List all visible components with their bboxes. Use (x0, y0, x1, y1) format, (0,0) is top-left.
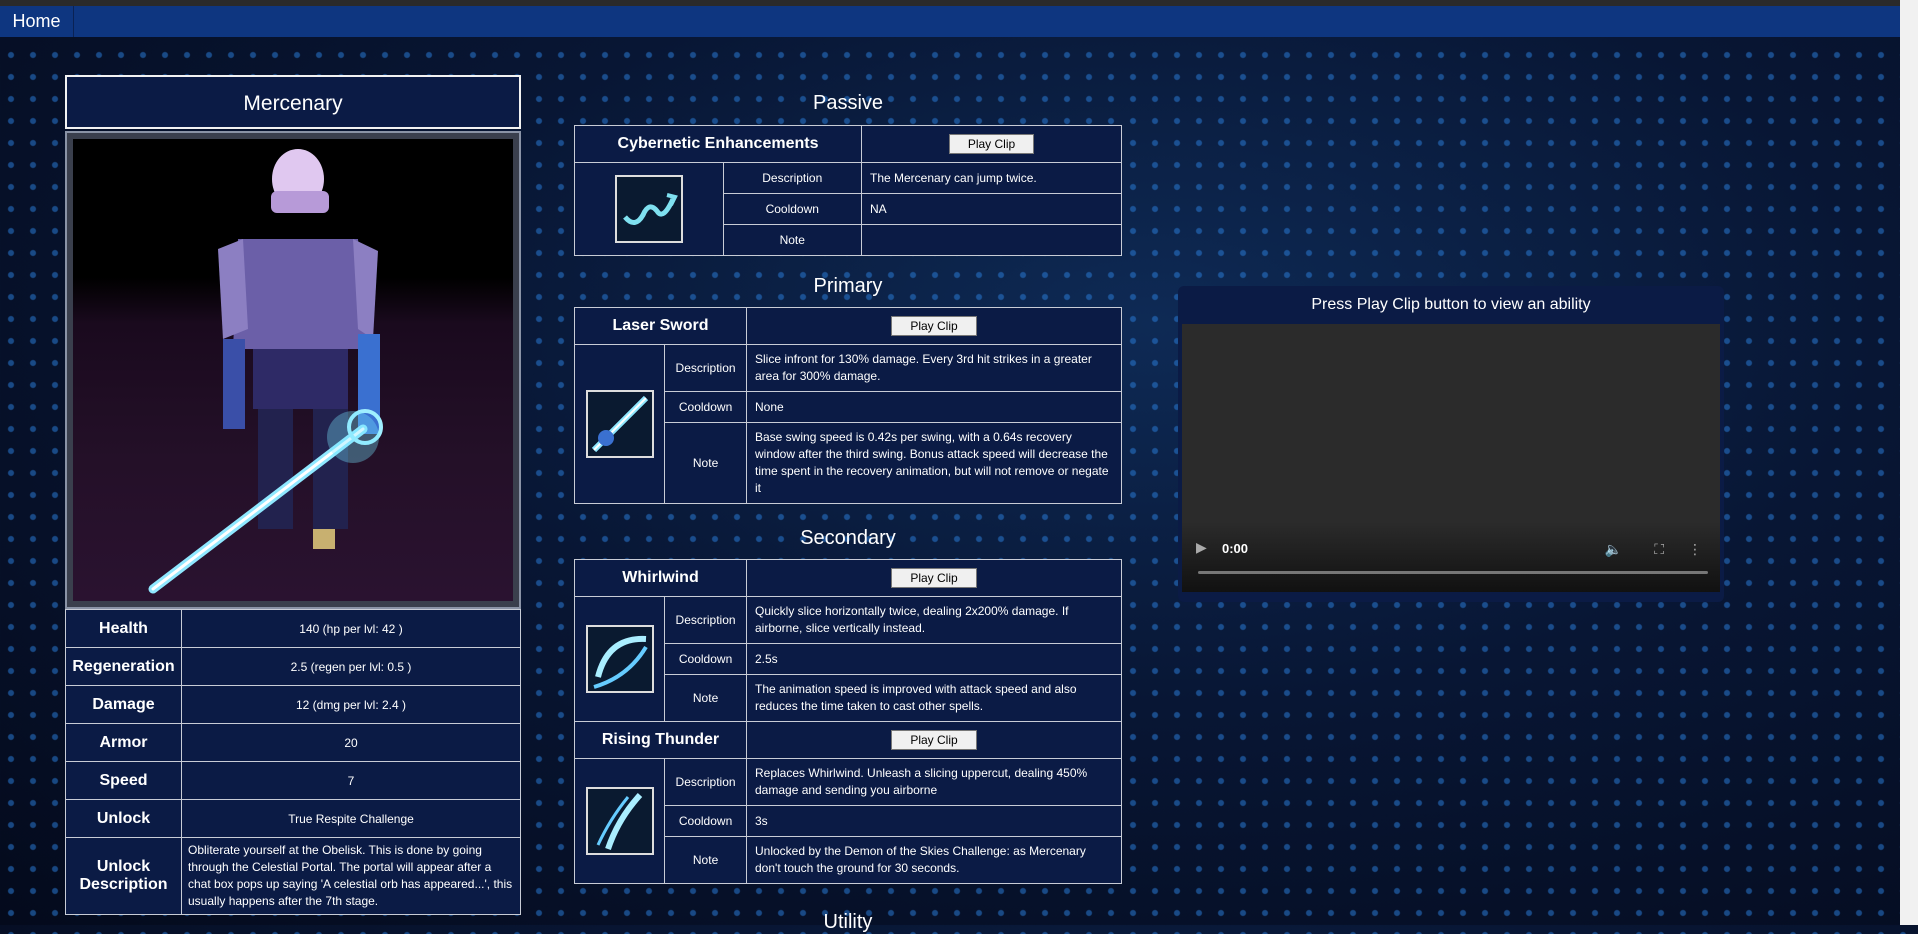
play-cell: Play Clip (746, 559, 1122, 597)
rising-thunder-icon (585, 786, 654, 855)
stat-label: Health (65, 609, 182, 648)
character-portrait (65, 131, 521, 609)
description-text: The Mercenary can jump twice. (861, 162, 1122, 194)
stats-table: Health 140 (hp per lvl: 42 ) Regeneration… (65, 609, 521, 915)
stat-row-unlock: Unlock True Respite Challenge (65, 799, 521, 838)
stat-value: Obliterate yourself at the Obelisk. This… (181, 837, 521, 915)
stat-label: Unlock (65, 799, 182, 838)
ability-whirlwind: Whirlwind Play Clip Description Quickly … (573, 559, 1122, 884)
stat-value: 140 (hp per lvl: 42 ) (181, 609, 521, 648)
icon-cell (573, 344, 666, 504)
description-text: Replaces Whirlwind. Unleash a slicing up… (746, 758, 1122, 806)
ability-name: Whirlwind (574, 559, 747, 597)
stat-value: 7 (181, 761, 521, 800)
ability-name: Laser Sword (574, 307, 747, 345)
ability-name: Rising Thunder (574, 721, 747, 759)
note-text (861, 224, 1122, 256)
description-text: Slice infront for 130% damage. Every 3rd… (746, 344, 1122, 392)
video-time: 0:00 (1222, 541, 1249, 556)
play-clip-button[interactable]: Play Clip (948, 134, 1035, 154)
note-label: Note (664, 836, 747, 884)
note-label: Note (664, 422, 747, 504)
play-cell: Play Clip (746, 721, 1122, 759)
play-cell: Play Clip (861, 125, 1122, 163)
section-title-passive: Passive (812, 92, 884, 114)
description-label: Description (664, 758, 747, 806)
video-title: Press Play Clip button to view an abilit… (1311, 296, 1591, 313)
stat-row-speed: Speed 7 (65, 761, 521, 800)
cooldown-label: Cooldown (722, 193, 863, 225)
ability-cybernetic-enhancements: Cybernetic Enhancements Play Clip Descri… (574, 125, 1122, 256)
stat-label: Regeneration (65, 647, 182, 686)
video-panel: Press Play Clip button to view an abilit… (1178, 286, 1724, 602)
description-label: Description (722, 162, 863, 194)
cooldown-text: None (746, 391, 1122, 423)
stat-row-damage: Damage 12 (dmg per lvl: 2.4 ) (65, 685, 521, 724)
video-controls (1182, 522, 1720, 592)
ability-name: Cybernetic Enhancements (574, 125, 862, 163)
note-text: The animation speed is improved with att… (746, 674, 1122, 722)
description-text: Quickly slice horizontally twice, dealin… (746, 596, 1122, 644)
top-nav-bar: Home (0, 0, 1900, 37)
stat-row-regeneration: Regeneration 2.5 (regen per lvl: 0.5 ) (65, 647, 521, 686)
play-clip-button[interactable]: Play Clip (891, 730, 977, 750)
play-icon[interactable]: ▶ (1196, 539, 1207, 556)
stat-label: Armor (65, 723, 182, 762)
whirlwind-icon (585, 624, 654, 693)
stat-row-unlock-description: Unlock Description Obliterate yourself at… (65, 837, 521, 915)
home-link[interactable]: Home (0, 6, 74, 37)
stat-label: Speed (65, 761, 182, 800)
icon-cell (573, 596, 666, 722)
cooldown-text: NA (861, 193, 1122, 225)
stat-row-armor: Armor 20 (65, 723, 521, 762)
stat-value: 2.5 (regen per lvl: 0.5 ) (181, 647, 521, 686)
description-label: Description (664, 596, 747, 644)
play-clip-button[interactable]: Play Clip (891, 316, 977, 336)
cooldown-text: 3s (746, 805, 1122, 837)
portrait-image (73, 139, 513, 601)
laser-sword-icon (585, 389, 654, 458)
play-cell: Play Clip (746, 307, 1122, 345)
note-label: Note (664, 674, 747, 722)
section-title-utility: Utility (823, 911, 873, 933)
note-label: Note (722, 224, 863, 256)
stat-label: Unlock Description (65, 837, 182, 915)
description-label: Description (664, 344, 747, 392)
mercenary-figure-icon (148, 149, 383, 594)
ability-laser-sword: Laser Sword Play Clip Description Slice … (573, 307, 1122, 504)
stat-value: 12 (dmg per lvl: 2.4 ) (181, 685, 521, 724)
stat-row-health: Health 140 (hp per lvl: 42 ) (65, 609, 521, 648)
note-text: Base swing speed is 0.42s per swing, wit… (746, 422, 1122, 504)
double-jump-icon (614, 174, 683, 243)
fullscreen-icon[interactable]: ⛶ (1654, 541, 1664, 558)
cooldown-label: Cooldown (664, 643, 747, 675)
more-options-icon[interactable]: ⋮ (1688, 541, 1702, 558)
section-title-secondary: Secondary (800, 527, 896, 549)
play-clip-button[interactable]: Play Clip (891, 568, 977, 588)
section-title-primary: Primary (813, 275, 883, 297)
icon-cell (573, 758, 666, 884)
volume-icon[interactable]: 🔈 (1605, 541, 1622, 558)
stat-value: 20 (181, 723, 521, 762)
stat-value: True Respite Challenge (181, 799, 521, 838)
character-name: Mercenary (65, 75, 521, 129)
video-progress-track[interactable] (1198, 571, 1708, 574)
page-scrollbar[interactable] (1900, 0, 1918, 925)
character-panel: Mercenary Health 140 (hp per lvl: 42) R… (65, 75, 521, 915)
cooldown-label: Cooldown (664, 391, 747, 423)
cooldown-label: Cooldown (664, 805, 747, 837)
note-text: Unlocked by the Demon of the Skies Chall… (746, 836, 1122, 884)
ability-video-player[interactable]: ▶ 0:00 🔈 ⛶ ⋮ (1182, 324, 1720, 592)
stat-label: Damage (65, 685, 182, 724)
icon-cell (574, 162, 724, 256)
cooldown-text: 2.5s (746, 643, 1122, 675)
